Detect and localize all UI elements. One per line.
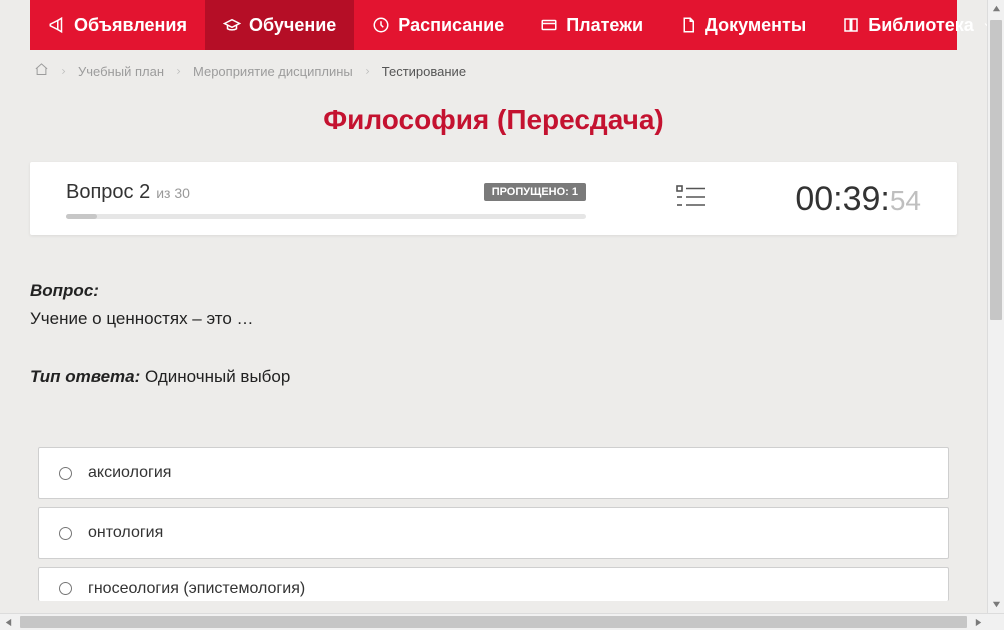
skipped-badge: ПРОПУЩЕНО: 1 xyxy=(484,183,586,201)
vertical-scroll-thumb[interactable] xyxy=(990,20,1002,320)
question-total: из 30 xyxy=(156,185,190,201)
breadcrumb-link[interactable]: Учебный план xyxy=(78,64,164,79)
question-text: Учение о ценностях – это … xyxy=(30,309,957,329)
scroll-left-arrow[interactable] xyxy=(0,614,17,630)
graduation-icon xyxy=(223,16,241,34)
answer-option[interactable]: аксиология xyxy=(38,447,949,499)
horizontal-scrollbar[interactable] xyxy=(0,613,1004,630)
answer-type-value: Одиночный выбор xyxy=(145,367,290,386)
home-icon[interactable] xyxy=(34,62,49,80)
question-heading: Вопрос: xyxy=(30,281,957,301)
answer-option[interactable]: онтология xyxy=(38,507,949,559)
question-list-button[interactable] xyxy=(676,184,706,215)
nav-item-library[interactable]: Библиотека xyxy=(824,0,987,50)
question-body: Вопрос: Учение о ценностях – это … Тип о… xyxy=(30,281,957,601)
megaphone-icon xyxy=(48,16,66,34)
nav-item-schedule[interactable]: Расписание xyxy=(354,0,522,50)
breadcrumb: Учебный план Мероприятие дисциплины Тест… xyxy=(30,50,957,94)
nav-item-learning[interactable]: Обучение xyxy=(205,0,354,50)
chevron-right-icon xyxy=(363,67,372,76)
timer-main: 00:39: xyxy=(795,180,890,219)
horizontal-scroll-thumb[interactable] xyxy=(20,616,967,628)
options-list: аксиология онтология гносеология (эписте… xyxy=(30,447,957,601)
clock-icon xyxy=(372,16,390,34)
main-nav: Объявления Обучение Расписание xyxy=(30,0,957,50)
answer-text: онтология xyxy=(88,524,163,542)
vertical-scrollbar[interactable] xyxy=(987,0,1004,613)
progress-bar xyxy=(66,214,586,219)
nav-label: Расписание xyxy=(398,15,504,36)
timer-seconds: 54 xyxy=(890,185,921,217)
breadcrumb-link[interactable]: Мероприятие дисциплины xyxy=(193,64,353,79)
chevron-right-icon xyxy=(174,67,183,76)
nav-label: Библиотека xyxy=(868,15,974,36)
answer-text: аксиология xyxy=(88,464,171,482)
answer-type-label: Тип ответа: xyxy=(30,367,140,386)
answer-type-row: Тип ответа: Одиночный выбор xyxy=(30,367,957,387)
answer-radio[interactable] xyxy=(59,582,72,595)
answer-option[interactable]: гносеология (эпистемология) xyxy=(38,567,949,601)
answer-radio[interactable] xyxy=(59,527,72,540)
chevron-right-icon xyxy=(59,67,68,76)
question-number: Вопрос 2 xyxy=(66,181,150,204)
scroll-up-arrow[interactable] xyxy=(988,0,1004,17)
nav-item-documents[interactable]: Документы xyxy=(661,0,824,50)
page-title: Философия (Пересдача) xyxy=(30,104,957,136)
book-icon xyxy=(842,16,860,34)
nav-item-payments[interactable]: Платежи xyxy=(522,0,661,50)
test-status-card: Вопрос 2 из 30 ПРОПУЩЕНО: 1 xyxy=(30,162,957,235)
document-icon xyxy=(679,16,697,34)
nav-item-announcements[interactable]: Объявления xyxy=(30,0,205,50)
progress-fill xyxy=(66,214,97,219)
nav-label: Документы xyxy=(705,15,806,36)
card-icon xyxy=(540,16,558,34)
scroll-down-arrow[interactable] xyxy=(988,596,1004,613)
answer-text: гносеология (эпистемология) xyxy=(88,580,305,598)
nav-label: Обучение xyxy=(249,15,336,36)
answer-radio[interactable] xyxy=(59,467,72,480)
timer: 00:39:54 xyxy=(795,180,921,219)
breadcrumb-current: Тестирование xyxy=(382,64,466,79)
nav-label: Платежи xyxy=(566,15,643,36)
nav-label: Объявления xyxy=(74,15,187,36)
scroll-right-arrow[interactable] xyxy=(970,614,987,630)
scrollbar-corner xyxy=(987,614,1004,630)
